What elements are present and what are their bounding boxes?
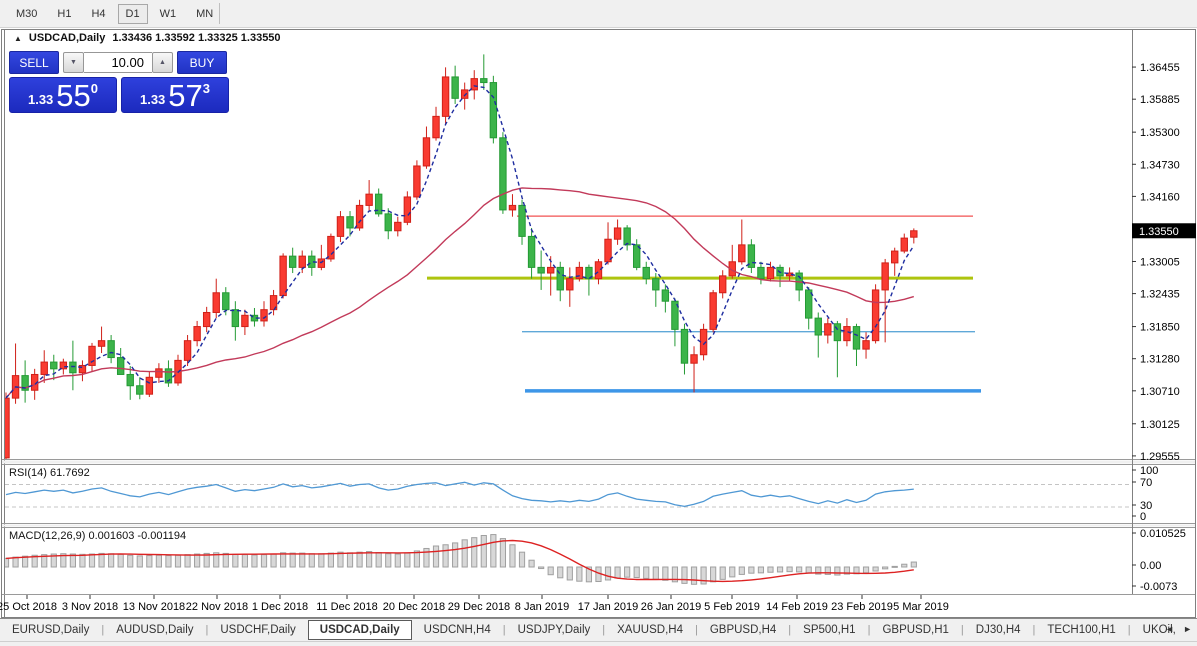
time-axis-label: 13 Nov 2018 bbox=[123, 601, 185, 613]
chart-tab-usdjpy-daily[interactable]: USDJPY,Daily bbox=[506, 620, 603, 640]
price-axis-label: 1.30710 bbox=[1140, 386, 1180, 398]
chart-ohlc-values: 1.33436 1.33592 1.33325 1.33550 bbox=[112, 32, 280, 44]
chart-tab-eurusd-daily[interactable]: EURUSD,Daily bbox=[0, 620, 101, 640]
rsi-indicator-label: RSI(14) 61.7692 bbox=[9, 467, 90, 479]
trading-platform-window: M30H1H4D1W1MN 1.364551.358851.353001.347… bbox=[0, 0, 1197, 646]
chart-tab-sp500-h1[interactable]: SP500,H1 bbox=[791, 620, 867, 640]
chart-tab-tech100-h1[interactable]: TECH100,H1 bbox=[1035, 620, 1127, 640]
price-axis-label: 1.36455 bbox=[1140, 62, 1180, 74]
volume-decrease-button[interactable]: ▼ bbox=[63, 52, 84, 73]
macd-axis-label: 0.010525 bbox=[1140, 528, 1186, 540]
current-price-label: 1.33550 bbox=[1139, 226, 1179, 238]
chart-tab-usdcad-daily[interactable]: USDCAD,Daily bbox=[308, 620, 412, 640]
rsi-axis-label: 70 bbox=[1140, 477, 1152, 489]
rsi-axis-label: 0 bbox=[1140, 511, 1146, 523]
chart-tab-audusd-daily[interactable]: AUDUSD,Daily bbox=[104, 620, 205, 640]
sell-price-pipette: 0 bbox=[91, 78, 98, 96]
time-axis-label: 20 Dec 2018 bbox=[383, 601, 445, 613]
time-axis-label: 14 Feb 2019 bbox=[766, 601, 828, 613]
one-click-trading-panel: SELL ▼ ▲ BUY 1.33 55 0 1.33 57 3 bbox=[9, 51, 237, 113]
chart-tab-gbpusd-h4[interactable]: GBPUSD,H4 bbox=[698, 620, 788, 640]
price-axis-label: 1.31850 bbox=[1140, 322, 1180, 334]
time-axis-label: 23 Feb 2019 bbox=[831, 601, 893, 613]
time-axis-label: 3 Nov 2018 bbox=[62, 601, 118, 613]
scroll-tabs-left-button[interactable]: ◄ bbox=[1165, 624, 1174, 634]
time-axis-label: 26 Jan 2019 bbox=[641, 601, 702, 613]
time-axis-label: 22 Nov 2018 bbox=[186, 601, 248, 613]
macd-axis-label: -0.0073 bbox=[1140, 581, 1177, 593]
time-axis-label: 5 Feb 2019 bbox=[704, 601, 760, 613]
macd-axis-label: 0.00 bbox=[1140, 560, 1161, 572]
sell-button[interactable]: SELL bbox=[9, 51, 59, 74]
time-axis-label: 8 Jan 2019 bbox=[515, 601, 569, 613]
price-axis-label: 1.35300 bbox=[1140, 127, 1180, 139]
price-axis-label: 1.35885 bbox=[1140, 94, 1180, 106]
time-axis-label: 5 Mar 2019 bbox=[893, 601, 949, 613]
time-axis-label: 11 Dec 2018 bbox=[316, 601, 378, 613]
sell-price-big-digits: 55 bbox=[56, 78, 90, 112]
time-axis-label: 29 Dec 2018 bbox=[448, 601, 510, 613]
time-axis-label: 25 Oct 2018 bbox=[0, 601, 57, 613]
scroll-tabs-right-button[interactable]: ► bbox=[1183, 624, 1192, 634]
price-axis-label: 1.33005 bbox=[1140, 256, 1180, 268]
volume-increase-button[interactable]: ▲ bbox=[152, 52, 173, 73]
window-bottom-strip bbox=[0, 641, 1197, 646]
time-axis-label: 17 Jan 2019 bbox=[578, 601, 639, 613]
sell-price-tile[interactable]: 1.33 55 0 bbox=[9, 77, 117, 113]
price-axis-label: 1.29555 bbox=[1140, 451, 1180, 463]
price-axis-label: 1.32435 bbox=[1140, 289, 1180, 301]
chart-tabs-bar: EURUSD,Daily|AUDUSD,Daily|USDCHF,DailyUS… bbox=[0, 618, 1197, 641]
chart-header: ▲ USDCAD,Daily 1.33436 1.33592 1.33325 1… bbox=[14, 32, 281, 44]
buy-button[interactable]: BUY bbox=[177, 51, 227, 74]
buy-price-tile[interactable]: 1.33 57 3 bbox=[121, 77, 229, 113]
price-axis-label: 1.34160 bbox=[1140, 191, 1180, 203]
buy-price-pipette: 3 bbox=[203, 78, 210, 96]
time-axis-label: 1 Dec 2018 bbox=[252, 601, 308, 613]
rsi-axis-label: 100 bbox=[1140, 465, 1158, 477]
price-axis-label: 1.30125 bbox=[1140, 419, 1180, 431]
chart-tab-usdchf-daily[interactable]: USDCHF,Daily bbox=[208, 620, 307, 640]
chart-tab-usdcnh-h4[interactable]: USDCNH,H4 bbox=[412, 620, 503, 640]
macd-indicator-label: MACD(12,26,9) 0.001603 -0.001194 bbox=[9, 530, 186, 542]
chart-tab-gbpusd-h1[interactable]: GBPUSD,H1 bbox=[870, 620, 960, 640]
buy-price-big-digits: 57 bbox=[168, 78, 202, 112]
collapse-panel-icon[interactable]: ▲ bbox=[14, 34, 22, 43]
chart-symbol-label: USDCAD,Daily bbox=[29, 32, 105, 44]
price-axis-label: 1.34730 bbox=[1140, 159, 1180, 171]
buy-price-prefix: 1.33 bbox=[140, 92, 165, 112]
price-axis-label: 1.31280 bbox=[1140, 354, 1180, 366]
volume-input[interactable] bbox=[84, 52, 152, 73]
sell-price-prefix: 1.33 bbox=[28, 92, 53, 112]
chart-tab-dj30-h4[interactable]: DJ30,H4 bbox=[964, 620, 1033, 640]
chart-tab-xauusd-h4[interactable]: XAUUSD,H4 bbox=[605, 620, 695, 640]
